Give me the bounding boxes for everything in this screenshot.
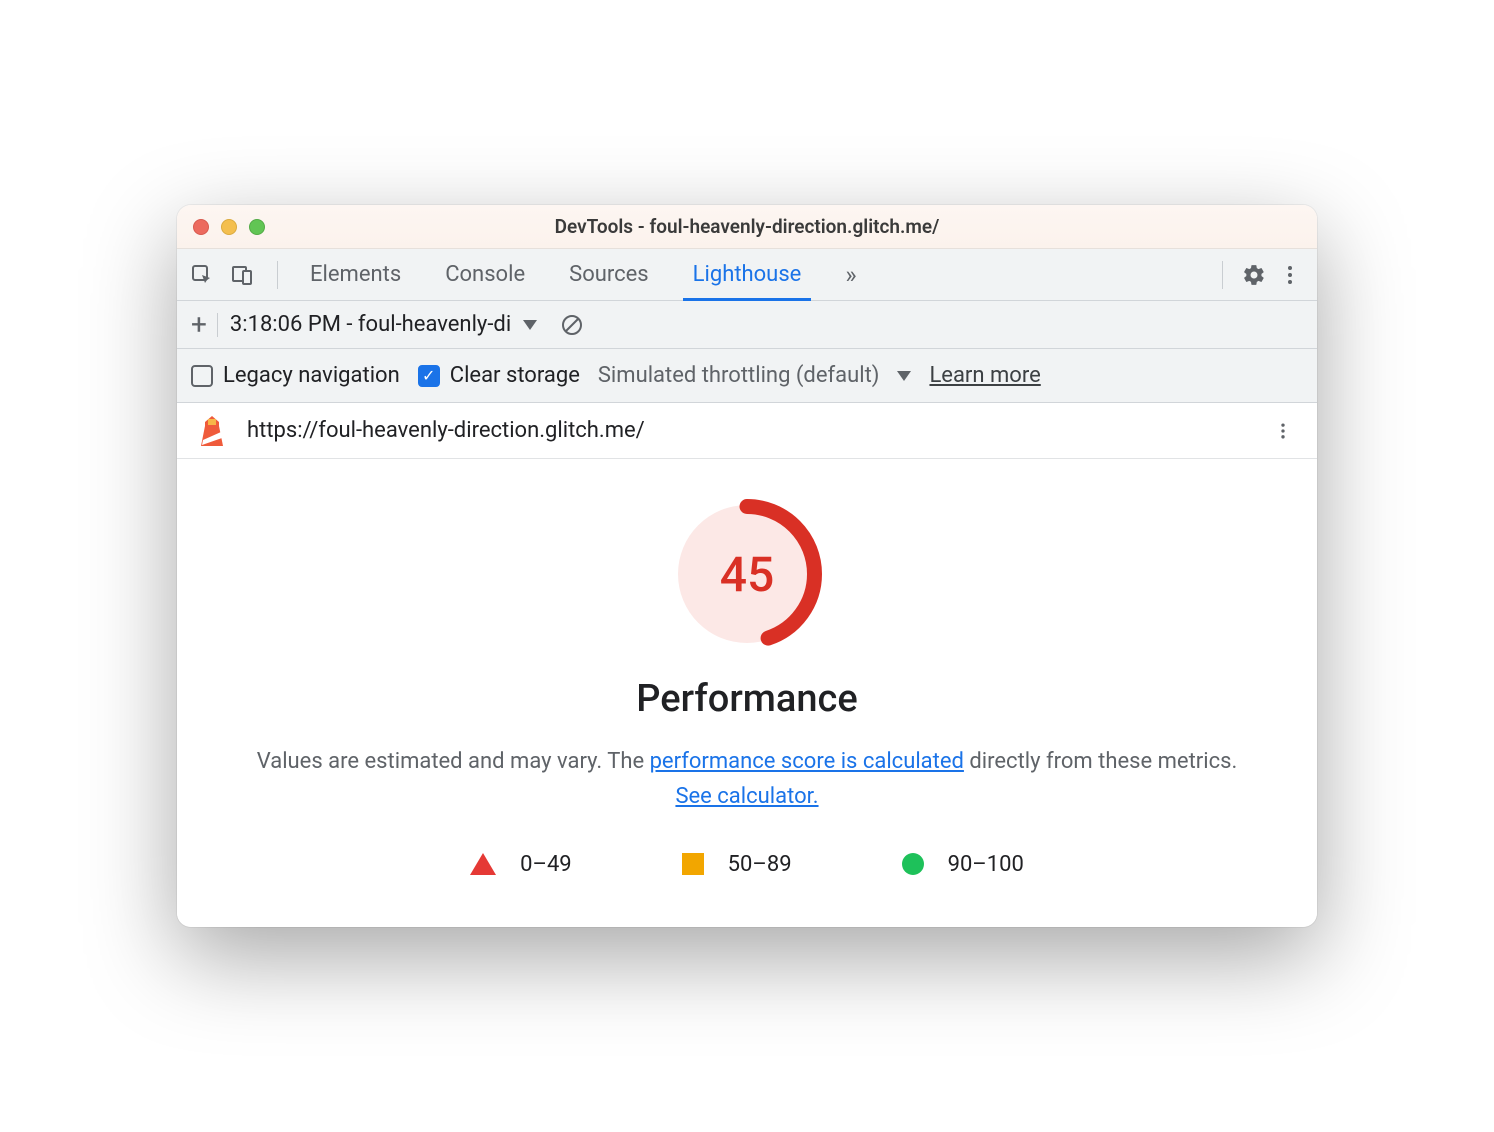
score-legend: 0–49 50–89 90–100: [197, 852, 1297, 877]
devtools-window: DevTools - foul-heavenly-direction.glitc…: [177, 205, 1317, 926]
desc-text: Values are estimated and may vary. The: [257, 749, 650, 774]
separator: [277, 261, 278, 289]
window-title: DevTools - foul-heavenly-direction.glitc…: [177, 215, 1317, 238]
calculator-link[interactable]: See calculator.: [675, 784, 818, 809]
chevron-down-icon: [897, 371, 911, 381]
square-icon: [682, 853, 704, 875]
separator: [217, 313, 218, 337]
run-select[interactable]: 3:18:06 PM - foul-heavenly-di: [230, 312, 537, 337]
learn-more-link[interactable]: Learn more: [929, 363, 1040, 388]
tabstrip-right: [1214, 261, 1317, 289]
legend-fail: 0–49: [470, 852, 572, 877]
window-controls: [193, 219, 265, 235]
options-bar: Legacy navigation ✓ Clear storage Simula…: [177, 349, 1317, 403]
clear-storage-label: Clear storage: [450, 363, 580, 388]
titlebar: DevTools - foul-heavenly-direction.glitc…: [177, 205, 1317, 249]
run-toolbar: + 3:18:06 PM - foul-heavenly-di: [177, 301, 1317, 349]
minimize-icon[interactable]: [221, 219, 237, 235]
legacy-navigation-option[interactable]: Legacy navigation: [191, 363, 400, 388]
tabstrip: Elements Console Sources Lighthouse »: [177, 249, 1317, 301]
legend-average: 50–89: [682, 852, 792, 877]
kebab-menu-icon[interactable]: [1277, 262, 1303, 288]
score-calc-link[interactable]: performance score is calculated: [650, 749, 964, 774]
tab-lighthouse[interactable]: Lighthouse: [675, 249, 820, 300]
circle-icon: [902, 853, 924, 875]
report-url: https://foul-heavenly-direction.glitch.m…: [247, 418, 645, 443]
gear-icon[interactable]: [1241, 262, 1267, 288]
inspect-icon[interactable]: [189, 262, 215, 288]
tab-elements[interactable]: Elements: [292, 249, 419, 300]
lighthouse-report: 45 Performance Values are estimated and …: [177, 459, 1317, 926]
report-menu-icon[interactable]: [1273, 418, 1299, 444]
performance-heading: Performance: [197, 677, 1297, 721]
triangle-icon: [470, 853, 496, 875]
clear-storage-option[interactable]: ✓ Clear storage: [418, 363, 580, 388]
legend-range: 90–100: [948, 852, 1024, 877]
checkbox-unchecked-icon[interactable]: [191, 365, 213, 387]
more-tabs-icon[interactable]: »: [827, 249, 874, 300]
checkbox-checked-icon[interactable]: ✓: [418, 365, 440, 387]
clear-icon[interactable]: [559, 312, 585, 338]
run-select-label: 3:18:06 PM - foul-heavenly-di: [230, 312, 511, 337]
throttling-select[interactable]: Simulated throttling (default): [598, 363, 912, 388]
tabs: Elements Console Sources Lighthouse »: [292, 249, 875, 300]
performance-gauge: 45: [197, 499, 1297, 649]
separator: [1222, 261, 1223, 289]
performance-description: Values are estimated and may vary. The p…: [197, 745, 1297, 813]
new-run-button[interactable]: +: [191, 308, 217, 341]
lighthouse-icon: [195, 414, 229, 448]
legend-range: 50–89: [728, 852, 792, 877]
close-icon[interactable]: [193, 219, 209, 235]
tabstrip-left: [189, 261, 286, 289]
throttling-label: Simulated throttling (default): [598, 363, 880, 388]
device-toggle-icon[interactable]: [229, 262, 255, 288]
legend-pass: 90–100: [902, 852, 1024, 877]
maximize-icon[interactable]: [249, 219, 265, 235]
report-url-bar: https://foul-heavenly-direction.glitch.m…: [177, 403, 1317, 459]
chevron-down-icon: [523, 320, 537, 330]
tab-sources[interactable]: Sources: [551, 249, 667, 300]
performance-score: 45: [672, 499, 822, 649]
legend-range: 0–49: [520, 852, 572, 877]
tab-console[interactable]: Console: [427, 249, 543, 300]
legacy-label: Legacy navigation: [223, 363, 400, 388]
desc-text: directly from these metrics.: [964, 749, 1237, 774]
